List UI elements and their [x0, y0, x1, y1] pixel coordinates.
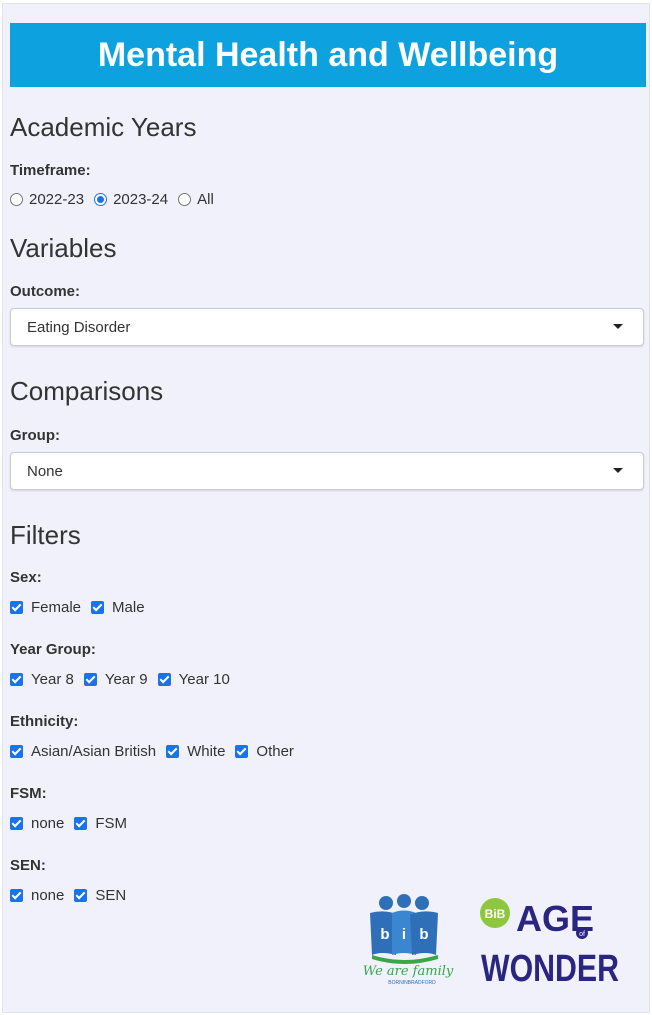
- sidebar-panel: [2, 3, 650, 1013]
- radio-2022-23[interactable]: 2022-23: [10, 191, 84, 208]
- checkbox-label: none: [31, 815, 65, 832]
- checkbox-checked-icon[interactable]: [91, 601, 105, 614]
- checkbox-year-10[interactable]: Year 10: [157, 671, 230, 688]
- checkbox-male[interactable]: Male: [91, 599, 145, 616]
- outcome-label: Outcome:: [10, 283, 81, 300]
- group-select-value: None: [27, 462, 63, 480]
- fsm-checkbox-group: none FSM: [10, 815, 137, 832]
- comparisons-heading: Comparisons: [10, 376, 164, 406]
- checkbox-label: White: [187, 743, 226, 760]
- checkbox-fsm[interactable]: FSM: [74, 815, 127, 832]
- checkbox-checked-icon[interactable]: [157, 673, 171, 686]
- checkbox-checked-icon[interactable]: [235, 745, 249, 758]
- radio-button[interactable]: [178, 193, 192, 206]
- timeframe-label: Timeframe:: [10, 162, 91, 179]
- radio-button-selected[interactable]: [94, 193, 108, 206]
- checkbox-label: none: [31, 887, 65, 904]
- logo-of-text: of: [579, 931, 585, 938]
- ethnicity-checkbox-group: Asian/Asian British White Other: [10, 743, 304, 760]
- checkbox-checked-icon[interactable]: [10, 817, 23, 830]
- radio-label: All: [197, 191, 214, 208]
- logo-letter-b: b: [380, 926, 389, 943]
- logo-wonder-text: WONDER: [481, 948, 619, 987]
- year-group-checkbox-group: Year 8 Year 9 Year 10: [10, 671, 240, 688]
- outcome-select[interactable]: Eating Disorder: [10, 308, 644, 346]
- checkbox-checked-icon[interactable]: [166, 745, 180, 758]
- checkbox-checked-icon[interactable]: [10, 601, 23, 614]
- checkbox-sen[interactable]: SEN: [74, 887, 126, 904]
- born-in-bradford-logo: b i b We are family BORNINBRADFORD: [363, 894, 454, 986]
- checkbox-label: Asian/Asian British: [31, 743, 157, 760]
- filters-heading: Filters: [10, 520, 81, 550]
- radio-2023-24[interactable]: 2023-24: [94, 191, 168, 208]
- age-of-wonder-logo: BiB AGE of WONDER: [480, 898, 619, 987]
- checkbox-label: Year 8: [31, 671, 74, 688]
- ethnicity-label: Ethnicity:: [10, 713, 79, 730]
- logo-letter-b2: b: [419, 926, 428, 943]
- caret-down-icon: [613, 324, 623, 329]
- checkbox-label: SEN: [95, 887, 127, 904]
- checkbox-year-9[interactable]: Year 9: [83, 671, 148, 688]
- checkbox-label: Other: [256, 743, 294, 760]
- group-label: Group:: [10, 427, 60, 444]
- checkbox-checked-icon[interactable]: [74, 889, 88, 902]
- checkbox-checked-icon[interactable]: [10, 673, 23, 686]
- variables-heading: Variables: [10, 233, 117, 263]
- checkbox-female[interactable]: Female: [10, 599, 81, 616]
- checkbox-year-8[interactable]: Year 8: [10, 671, 74, 688]
- fsm-label: FSM:: [10, 785, 47, 802]
- sex-label: Sex:: [10, 569, 42, 586]
- checkbox-label: Year 9: [104, 671, 148, 688]
- logo-letter-i: i: [402, 926, 406, 943]
- checkbox-checked-icon[interactable]: [74, 817, 88, 830]
- logo-subtitle: BORNINBRADFORD: [388, 980, 436, 986]
- checkbox-label: Year 10: [178, 671, 230, 688]
- year-group-label: Year Group:: [10, 641, 96, 658]
- radio-label: 2022-23: [29, 191, 85, 208]
- logo-badge: BiB: [485, 907, 506, 921]
- logo-tagline: We are family: [363, 964, 454, 979]
- academic-years-heading: Academic Years: [10, 112, 197, 142]
- checkbox-label: FSM: [95, 815, 128, 832]
- page-title: Mental Health and Wellbeing: [10, 23, 646, 87]
- checkbox-label: Female: [31, 599, 82, 616]
- outcome-select-value: Eating Disorder: [27, 318, 131, 336]
- checkbox-fsm-none[interactable]: none: [10, 815, 64, 832]
- checkbox-asian-british[interactable]: Asian/Asian British: [10, 743, 156, 760]
- sex-checkbox-group: Female Male: [10, 599, 155, 616]
- checkbox-sen-none[interactable]: none: [10, 887, 64, 904]
- caret-down-icon: [613, 468, 623, 473]
- radio-label: 2023-24: [113, 191, 169, 208]
- checkbox-checked-icon[interactable]: [83, 673, 97, 686]
- checkbox-checked-icon[interactable]: [10, 889, 23, 902]
- sen-label: SEN:: [10, 857, 46, 874]
- group-select[interactable]: None: [10, 452, 644, 490]
- checkbox-checked-icon[interactable]: [10, 745, 23, 758]
- radio-all[interactable]: All: [178, 191, 214, 208]
- timeframe-radio-group: 2022-23 2023-24 All: [10, 191, 224, 208]
- checkbox-other[interactable]: Other: [235, 743, 294, 760]
- checkbox-label: Male: [112, 599, 145, 616]
- checkbox-white[interactable]: White: [166, 743, 225, 760]
- radio-button[interactable]: [10, 193, 23, 206]
- sen-checkbox-group: none SEN: [10, 887, 136, 904]
